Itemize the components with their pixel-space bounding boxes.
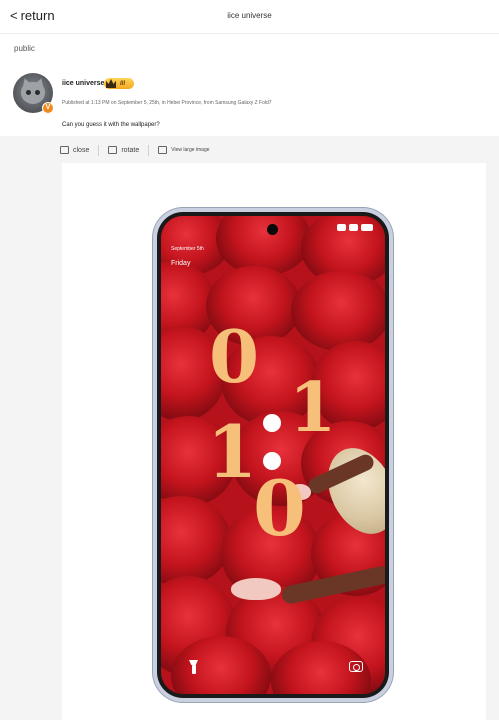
- level-text: III: [120, 80, 126, 87]
- page-title: iice universe: [227, 11, 272, 20]
- clock-minute-digit-2: 0: [253, 464, 306, 553]
- rotate-label: rotate: [121, 146, 140, 154]
- status-bar-icons: [337, 224, 373, 231]
- verified-badge-icon: V: [42, 102, 54, 114]
- cat-eye-left: [26, 90, 31, 95]
- view-large-image-button[interactable]: View large image: [158, 146, 210, 154]
- close-button[interactable]: close: [60, 146, 89, 154]
- visibility-label: public: [14, 44, 35, 53]
- incense-bundle: [161, 496, 231, 586]
- incense-bundle: [291, 271, 385, 351]
- person-hand: [231, 578, 281, 600]
- rotate-button[interactable]: rotate: [108, 146, 139, 154]
- clock-hour-digit-1: 0: [209, 314, 260, 399]
- battery-icon: [361, 224, 373, 231]
- view-large-image-label: View large image: [171, 147, 210, 153]
- signal-icon: [337, 224, 346, 231]
- magnify-icon: [158, 146, 168, 154]
- lockscreen-date: September 5th: [171, 246, 204, 252]
- clock-colon-dot: [263, 414, 281, 432]
- cat-face: [21, 82, 45, 104]
- toolbar-divider: [98, 144, 100, 156]
- post-meta: Published at 1:13 PM on September 5, 25t…: [62, 100, 272, 106]
- crown-icon: [106, 79, 116, 88]
- clock-minute-digit-1: 1: [207, 409, 258, 494]
- author-name[interactable]: iice universe: [62, 80, 104, 87]
- flashlight-icon[interactable]: [189, 660, 198, 674]
- front-camera: [267, 224, 278, 235]
- close-label: close: [73, 146, 90, 154]
- wifi-icon: [349, 224, 358, 231]
- lockscreen-day: Friday: [171, 260, 191, 267]
- cat-eye-right: [35, 90, 40, 95]
- camera-shortcut-icon[interactable]: [349, 661, 363, 672]
- level-badge: III: [104, 78, 134, 89]
- top-bar: < return iice universe: [0, 0, 499, 34]
- phone-screen: September 5th Friday 0 1 1 0: [157, 212, 389, 698]
- close-icon: [60, 146, 69, 154]
- rotate-icon: [108, 146, 118, 154]
- wallpaper: September 5th Friday 0 1 1 0: [161, 216, 385, 694]
- toolbar-divider: [148, 144, 150, 156]
- phone-image: September 5th Friday 0 1 1 0: [153, 208, 393, 702]
- image-toolbar: close rotate View large image: [60, 143, 210, 157]
- clock-hour-digit-2: 1: [289, 368, 337, 448]
- post-text: Can you guess it with the wallpaper?: [62, 122, 160, 128]
